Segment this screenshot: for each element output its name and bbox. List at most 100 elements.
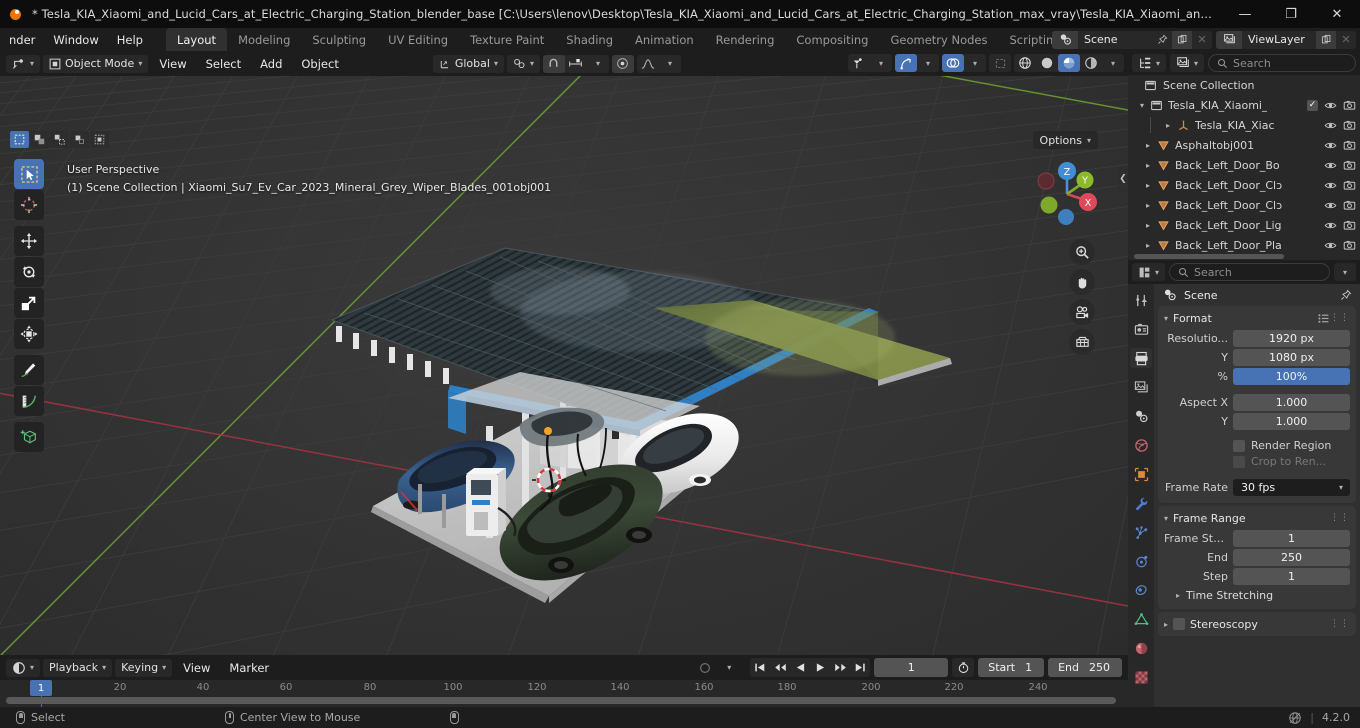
resolution-x-field[interactable]: 1920 px bbox=[1233, 329, 1350, 347]
camera-icon[interactable] bbox=[1343, 179, 1356, 192]
pan-view-icon[interactable] bbox=[1069, 269, 1095, 295]
outliner-row-collection[interactable]: ▾ Tesla_KIA_Xiaomi_ ✓ bbox=[1128, 95, 1360, 115]
time-stretching-subpanel[interactable]: ▸ Time Stretching bbox=[1158, 586, 1356, 603]
viewport-3d-canvas[interactable] bbox=[0, 76, 1128, 655]
properties-search-input[interactable]: Search bbox=[1169, 263, 1330, 281]
viewport-menu-view[interactable]: View bbox=[151, 55, 194, 73]
tab-geometry-nodes[interactable]: Geometry Nodes bbox=[879, 28, 998, 51]
delete-scene-icon[interactable]: ✕ bbox=[1192, 31, 1212, 49]
panel-drag-handle[interactable]: ⋮⋮ bbox=[1330, 313, 1350, 323]
properties-tab-tool[interactable] bbox=[1130, 290, 1152, 310]
outliner-search-input[interactable]: Search bbox=[1208, 54, 1356, 72]
timeline-playhead[interactable]: 1 bbox=[30, 680, 52, 696]
outliner-tree[interactable]: Scene Collection ▾ Tesla_KIA_Xiaomi_ ✓ ▸ bbox=[1128, 75, 1360, 260]
outliner-horizontal-scrollbar[interactable] bbox=[1134, 254, 1284, 259]
panel-collapse-icon[interactable]: ▾ bbox=[1164, 314, 1168, 323]
menu-help[interactable]: Help bbox=[108, 30, 152, 50]
timeline-scrollbar[interactable] bbox=[6, 697, 1116, 704]
outliner-row-object[interactable]: ▸ Back_Left_Door_Pla bbox=[1128, 235, 1360, 255]
timeline-menu-view[interactable]: View bbox=[175, 659, 218, 677]
tool-annotate[interactable] bbox=[14, 355, 44, 385]
menu-window[interactable]: Window bbox=[44, 30, 107, 50]
disclosure-triangle-icon[interactable]: ▸ bbox=[1142, 221, 1154, 230]
show-overlays-icon[interactable] bbox=[942, 54, 964, 72]
tab-sculpting[interactable]: Sculpting bbox=[301, 28, 377, 51]
viewlayer-selector[interactable]: ViewLayer ✕ bbox=[1216, 30, 1356, 49]
pin-id-icon[interactable] bbox=[1340, 289, 1352, 301]
snap-magnet-icon[interactable] bbox=[542, 54, 565, 73]
camera-icon[interactable] bbox=[1343, 139, 1356, 152]
outliner-row-object[interactable]: ▸ Back_Left_Door_Lig bbox=[1128, 215, 1360, 235]
frame-range-panel-header[interactable]: ▾ Frame Range ⋮⋮ bbox=[1158, 508, 1356, 528]
eye-icon[interactable] bbox=[1324, 179, 1337, 192]
camera-icon[interactable] bbox=[1343, 159, 1356, 172]
frame-step-field[interactable]: 1 bbox=[1233, 567, 1350, 585]
properties-editor-type-selector[interactable]: ▾ bbox=[1132, 263, 1166, 281]
disclosure-triangle-icon[interactable]: ▸ bbox=[1164, 620, 1168, 629]
disclosure-triangle-icon[interactable]: ▸ bbox=[1162, 121, 1174, 130]
disclosure-triangle-icon[interactable]: ▸ bbox=[1176, 591, 1180, 600]
show-gizmo-icon[interactable] bbox=[895, 54, 917, 72]
eye-icon[interactable] bbox=[1324, 199, 1337, 212]
outliner-row-scene-collection[interactable]: Scene Collection bbox=[1128, 75, 1360, 95]
properties-tab-physics[interactable] bbox=[1130, 551, 1152, 571]
rendered-shading-icon[interactable] bbox=[1080, 54, 1102, 72]
disclosure-triangle-icon[interactable]: ▸ bbox=[1142, 161, 1154, 170]
properties-tab-texture[interactable] bbox=[1130, 667, 1152, 687]
tab-layout[interactable]: Layout bbox=[165, 28, 228, 51]
eye-icon[interactable] bbox=[1324, 119, 1337, 132]
viewport-options-button[interactable]: Options ▾ bbox=[1032, 131, 1098, 149]
properties-tab-object-data[interactable] bbox=[1130, 609, 1152, 629]
transform-orientation-selector[interactable]: Global ▾ bbox=[432, 54, 504, 73]
tool-cursor[interactable] bbox=[14, 190, 44, 220]
xray-toggle-icon[interactable] bbox=[989, 54, 1011, 72]
properties-tab-render[interactable] bbox=[1130, 319, 1152, 339]
menu-render[interactable]: nder bbox=[0, 30, 44, 50]
sidebar-collapse-arrow-icon[interactable]: ❮ bbox=[1118, 166, 1128, 192]
properties-tab-modifiers[interactable] bbox=[1130, 493, 1152, 513]
pin-scene-icon[interactable] bbox=[1152, 31, 1172, 49]
outliner-row-object[interactable]: ▸ Tesla_KIA_Xiac bbox=[1128, 115, 1360, 135]
tab-modeling[interactable]: Modeling bbox=[227, 28, 301, 51]
eye-icon[interactable] bbox=[1324, 99, 1337, 112]
camera-icon[interactable] bbox=[1343, 99, 1356, 112]
use-preview-range-icon[interactable] bbox=[952, 658, 975, 677]
tab-uv-editing[interactable]: UV Editing bbox=[377, 28, 459, 51]
disclosure-triangle-icon[interactable]: ▸ bbox=[1142, 201, 1154, 210]
solid-shading-icon[interactable] bbox=[1036, 54, 1058, 72]
properties-options-dropdown-icon[interactable]: ▾ bbox=[1334, 263, 1356, 281]
frame-end-field[interactable]: 250 bbox=[1233, 548, 1350, 566]
minimize-button[interactable]: — bbox=[1222, 0, 1268, 28]
tool-move[interactable] bbox=[14, 226, 44, 256]
outliner-editor-type-selector[interactable]: ▾ bbox=[1132, 54, 1167, 72]
maximize-button[interactable]: ❐ bbox=[1268, 0, 1314, 28]
camera-icon[interactable] bbox=[1343, 119, 1356, 132]
snap-increment-icon[interactable] bbox=[565, 55, 587, 73]
camera-icon[interactable] bbox=[1343, 219, 1356, 232]
properties-tab-constraints[interactable] bbox=[1130, 580, 1152, 600]
new-scene-icon[interactable] bbox=[1172, 30, 1192, 49]
eye-icon[interactable] bbox=[1324, 239, 1337, 252]
scene-selector[interactable]: Scene ✕ bbox=[1052, 30, 1212, 49]
select-box-mode-icon[interactable] bbox=[10, 131, 29, 148]
tab-compositing[interactable]: Compositing bbox=[785, 28, 879, 51]
tool-select-box[interactable] bbox=[14, 159, 44, 189]
disclosure-triangle-icon[interactable]: ▸ bbox=[1142, 181, 1154, 190]
falloff-dropdown-icon[interactable]: ▾ bbox=[659, 55, 681, 73]
properties-tab-output[interactable] bbox=[1130, 348, 1152, 368]
tab-shading[interactable]: Shading bbox=[555, 28, 624, 51]
aspect-y-field[interactable]: 1.000 bbox=[1233, 412, 1350, 430]
tab-animation[interactable]: Animation bbox=[624, 28, 705, 51]
frame-start-field[interactable]: Start 1 bbox=[978, 658, 1045, 677]
toggle-perspective-icon[interactable] bbox=[1069, 329, 1095, 355]
properties-tab-material[interactable] bbox=[1130, 638, 1152, 658]
timeline-track[interactable]: 20 40 60 80 100 120 140 160 180 200 220 … bbox=[0, 680, 1128, 707]
render-region-row[interactable]: Render Region bbox=[1233, 439, 1350, 452]
outliner-row-object[interactable]: ▸ Back_Left_Door_Clɔ bbox=[1128, 195, 1360, 215]
tool-add-cube[interactable] bbox=[14, 422, 44, 452]
resolution-percent-field[interactable]: 100% bbox=[1233, 367, 1350, 385]
outliner-row-object[interactable]: ▸ Back_Left_Door_Bo bbox=[1128, 155, 1360, 175]
tool-rotate[interactable] bbox=[14, 257, 44, 287]
properties-tab-scene[interactable] bbox=[1130, 406, 1152, 426]
tool-scale[interactable] bbox=[14, 288, 44, 318]
